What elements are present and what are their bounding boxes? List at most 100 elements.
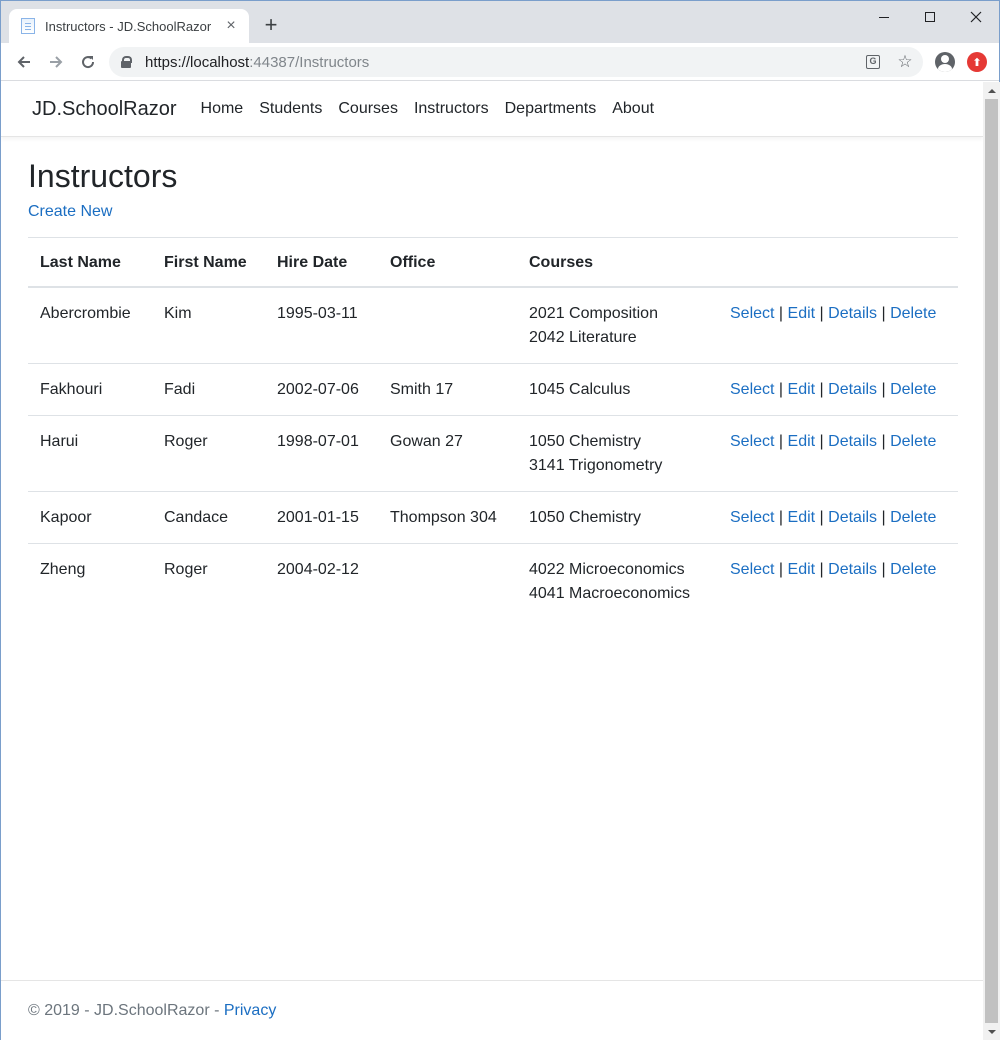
page-favicon-icon [21,18,35,34]
action-separator: | [774,305,788,322]
table-body: Abercrombie Kim 1995-03-11 2021 Composition… [28,287,958,619]
back-button[interactable] [11,49,37,75]
translate-icon[interactable]: G [863,52,883,72]
privacy-link[interactable]: Privacy [224,1002,276,1019]
close-window-button[interactable] [953,3,999,31]
header-hire-date: Hire Date [265,237,378,288]
table-row: Kapoor Candace 2001-01-15 Thompson 304 1050 … [28,491,958,544]
tab-title: Instructors - JD.SchoolRazor [45,18,212,34]
brand-link[interactable]: JD.SchoolRazor [32,98,177,121]
cell-courses: 1050 Chemistry [517,491,718,544]
action-separator: | [774,561,788,578]
nav-link-about[interactable]: About [612,100,654,118]
maximize-button[interactable] [907,3,953,31]
cell-actions: Select | Edit | Details | Delete [718,543,958,619]
course-item: 1050 Chemistry [529,509,642,526]
edit-link[interactable]: Edit [788,381,816,398]
create-new-link[interactable]: Create New [28,203,112,221]
minimize-icon [879,16,889,18]
cell-last-name: Harui [28,415,152,492]
table-row: Zheng Roger 2004-02-12 4022 Microeconomics 4… [28,543,958,619]
footer-copyright: © 2019 - JD.SchoolRazor - [28,1002,224,1019]
delete-link[interactable]: Delete [890,381,936,398]
select-link[interactable]: Select [730,509,774,526]
scroll-up-button[interactable] [983,82,1000,99]
page-viewport: JD.SchoolRazor Home Students Courses Ins… [1,82,983,1040]
action-separator: | [774,433,788,450]
cell-courses: 4022 Microeconomics 4041 Macroeconomics [517,543,718,619]
instructors-table: Last Name First Name Hire Date Office Co… [28,237,958,619]
minimize-button[interactable] [861,3,907,31]
table-row: Harui Roger 1998-07-01 Gowan 27 1050 Chemist… [28,415,958,492]
details-link[interactable]: Details [828,433,877,450]
nav-link-home[interactable]: Home [201,100,244,118]
cell-first-name: Fadi [152,363,265,416]
browser-tab[interactable]: Instructors - JD.SchoolRazor × [9,9,249,43]
nav-link-students[interactable]: Students [259,100,322,118]
action-separator: | [774,381,788,398]
profile-avatar-icon[interactable] [935,52,955,72]
details-link[interactable]: Details [828,509,877,526]
edit-link[interactable]: Edit [788,433,816,450]
cell-last-name: Abercrombie [40,305,131,322]
extension-icon[interactable]: ⬆ [967,52,987,72]
scroll-up-icon [987,88,996,93]
edit-link[interactable]: Edit [788,561,816,578]
cell-courses: 2021 Composition 2042 Literature [517,287,718,364]
nav-link-departments[interactable]: Departments [505,100,597,118]
cell-last-name: Fakhouri [28,363,152,416]
action-separator: | [815,509,829,526]
details-link[interactable]: Details [828,561,877,578]
action-separator: | [877,561,891,578]
cell-hire-date: 2001-01-15 [265,491,378,544]
delete-link[interactable]: Delete [890,305,936,322]
header-first-name: First Name [152,237,265,288]
header-actions [718,237,958,288]
select-link[interactable]: Select [730,305,774,322]
cell-first-name: Candace [152,491,265,544]
details-link[interactable]: Details [828,305,877,322]
select-link[interactable]: Select [730,381,774,398]
nav-link-instructors[interactable]: Instructors [414,100,489,118]
page-footer: © 2019 - JD.SchoolRazor - Privacy [1,980,983,1040]
address-bar[interactable]: https://localhost:44387/Instructors G ☆ [109,47,923,77]
action-separator: | [877,509,891,526]
cell-hire-date: 1998-07-01 [265,415,378,492]
delete-link[interactable]: Delete [890,561,936,578]
cell-hire-date: 2004-02-12 [265,543,378,619]
cell-last-name: Zheng [28,543,152,619]
bookmark-star-icon[interactable]: ☆ [895,52,915,72]
new-tab-button[interactable]: + [259,13,283,37]
url-host: https://localhost [145,53,250,71]
course-item: 1045 Calculus [529,381,631,398]
course-item: 4022 Microeconomics [529,561,685,578]
cell-hire-date: 2002-07-06 [265,363,378,416]
vertical-scrollbar[interactable] [983,82,1000,1040]
browser-toolbar: https://localhost:44387/Instructors G ☆ … [1,43,999,81]
select-link[interactable]: Select [730,433,774,450]
delete-link[interactable]: Delete [890,509,936,526]
scroll-down-button[interactable] [983,1023,1000,1040]
course-item: 1050 Chemistry [529,433,642,450]
edit-link[interactable]: Edit [788,305,816,322]
lock-icon[interactable] [121,56,132,68]
tab-close-icon[interactable]: × [223,17,239,35]
main-content: Instructors Create New Last Name First N… [28,157,958,619]
cell-courses: 1045 Calculus [517,363,718,416]
course-item: 2021 Composition [529,305,658,322]
select-link[interactable]: Select [730,561,774,578]
course-item: 3141 Trigonometry [529,457,663,474]
action-separator: | [877,305,891,322]
details-link[interactable]: Details [828,381,877,398]
header-courses: Courses [517,237,718,288]
scroll-thumb[interactable] [985,99,998,1023]
action-separator: | [815,433,829,450]
forward-button[interactable] [43,49,69,75]
edit-link[interactable]: Edit [788,509,816,526]
url-path: :44387/Instructors [249,53,370,71]
table-header-row: Last Name First Name Hire Date Office Co… [28,237,958,288]
maximize-icon [925,12,935,22]
delete-link[interactable]: Delete [890,433,936,450]
nav-link-courses[interactable]: Courses [338,100,398,118]
reload-button[interactable] [75,49,101,75]
